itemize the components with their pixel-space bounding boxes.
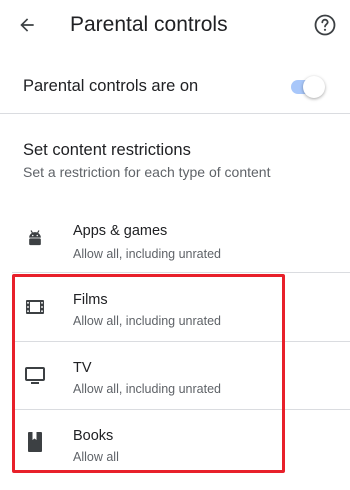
back-button[interactable] xyxy=(14,12,40,38)
divider xyxy=(12,409,350,410)
app-bar: Parental controls xyxy=(0,0,350,50)
android-icon xyxy=(24,227,46,249)
list-item-books[interactable]: Books Allow all xyxy=(0,411,350,479)
book-icon xyxy=(24,431,46,453)
list-item-title: Apps & games xyxy=(73,223,168,239)
list-item-films[interactable]: Films Allow all, including unrated xyxy=(0,275,350,343)
divider xyxy=(12,272,350,273)
help-button[interactable] xyxy=(312,12,338,38)
list-item-tv[interactable]: TV Allow all, including unrated xyxy=(0,343,350,411)
content-restrictions-title: Set content restrictions xyxy=(23,141,191,159)
list-item-title: TV xyxy=(73,360,92,376)
list-item-title: Films xyxy=(73,292,108,308)
page-title: Parental controls xyxy=(70,13,228,36)
content-restrictions-subtitle: Set a restriction for each type of conte… xyxy=(23,164,271,180)
help-icon xyxy=(314,14,336,36)
parental-controls-switch[interactable] xyxy=(291,76,325,98)
parental-controls-toggle-label: Parental controls are on xyxy=(23,77,199,95)
list-item-subtitle: Allow all, including unrated xyxy=(73,247,222,261)
film-icon xyxy=(24,296,46,318)
list-item-apps-games[interactable]: Apps & games Allow all, including unrate… xyxy=(0,206,350,274)
divider xyxy=(12,341,350,342)
arrow-back-icon xyxy=(20,18,34,32)
list-item-subtitle: Allow all, including unrated xyxy=(73,382,222,396)
switch-thumb xyxy=(303,76,325,98)
divider xyxy=(0,113,350,114)
tv-icon xyxy=(24,364,46,386)
list-item-title: Books xyxy=(73,428,114,444)
list-item-subtitle: Allow all xyxy=(73,450,119,464)
list-item-subtitle: Allow all, including unrated xyxy=(73,314,222,328)
